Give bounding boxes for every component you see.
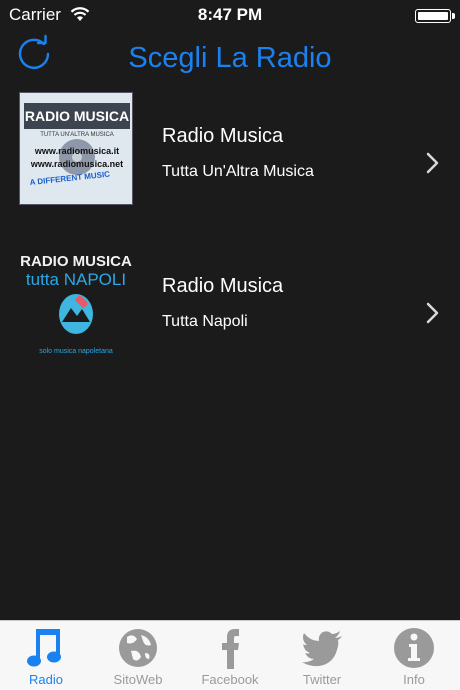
clock: 8:47 PM [197, 5, 263, 24]
tab-bar: Radio SitoWeb Facebook Twitter Info [0, 620, 460, 690]
chevron-right-icon [426, 152, 439, 174]
tab-label: Facebook [201, 672, 259, 687]
station-subtitle: Tutta Un'Altra Musica [162, 163, 314, 180]
tab-label: Radio [29, 672, 63, 687]
station-title: Radio Musica [162, 125, 284, 147]
station-logo: RADIO MUSICA tutta NAPOLI solo musica na… [19, 242, 133, 355]
info-icon [394, 628, 434, 668]
facebook-icon [222, 629, 239, 669]
station-logo: RADIO MUSICA TUTTA UN'ALTRA MUSICA www.r… [19, 92, 133, 205]
station-row[interactable]: RADIO MUSICA tutta NAPOLI solo musica na… [0, 240, 460, 390]
station-subtitle: Tutta Napoli [162, 313, 248, 330]
music-note-icon [27, 629, 61, 667]
twitter-icon [302, 631, 342, 667]
station-title: Radio Musica [162, 275, 284, 297]
station-list: RADIO MUSICA TUTTA UN'ALTRA MUSICA www.r… [0, 90, 460, 390]
logo-line4: www.radiomusica.net [30, 159, 123, 169]
page-title: Scegli La Radio [128, 42, 332, 74]
station-row[interactable]: RADIO MUSICA TUTTA UN'ALTRA MUSICA www.r… [0, 90, 460, 240]
tab-label: Info [403, 672, 425, 687]
navigation-bar: Scegli La Radio [0, 30, 460, 90]
logo-line3: solo musica napoletana [39, 348, 113, 355]
tab-facebook[interactable]: Facebook [184, 621, 276, 690]
battery-icon [415, 9, 455, 23]
status-bar: Carrier 8:47 PM [0, 0, 460, 30]
logo-line2: TUTTA UN'ALTRA MUSICA [40, 132, 114, 138]
globe-icon [119, 629, 157, 667]
tab-sitoweb[interactable]: SitoWeb [92, 621, 184, 690]
tab-label: Twitter [302, 672, 342, 687]
logo-line1: RADIO MUSICA [25, 108, 129, 124]
logo-line3: www.radiomusica.it [34, 146, 119, 156]
logo-line2: tutta NAPOLI [26, 270, 126, 289]
tab-radio[interactable]: Radio [0, 621, 92, 690]
tab-info[interactable]: Info [368, 621, 460, 690]
tab-twitter[interactable]: Twitter [276, 621, 368, 690]
chevron-right-icon [426, 302, 439, 324]
logo-line1: RADIO MUSICA [20, 253, 132, 270]
tab-label: SitoWeb [113, 672, 163, 687]
